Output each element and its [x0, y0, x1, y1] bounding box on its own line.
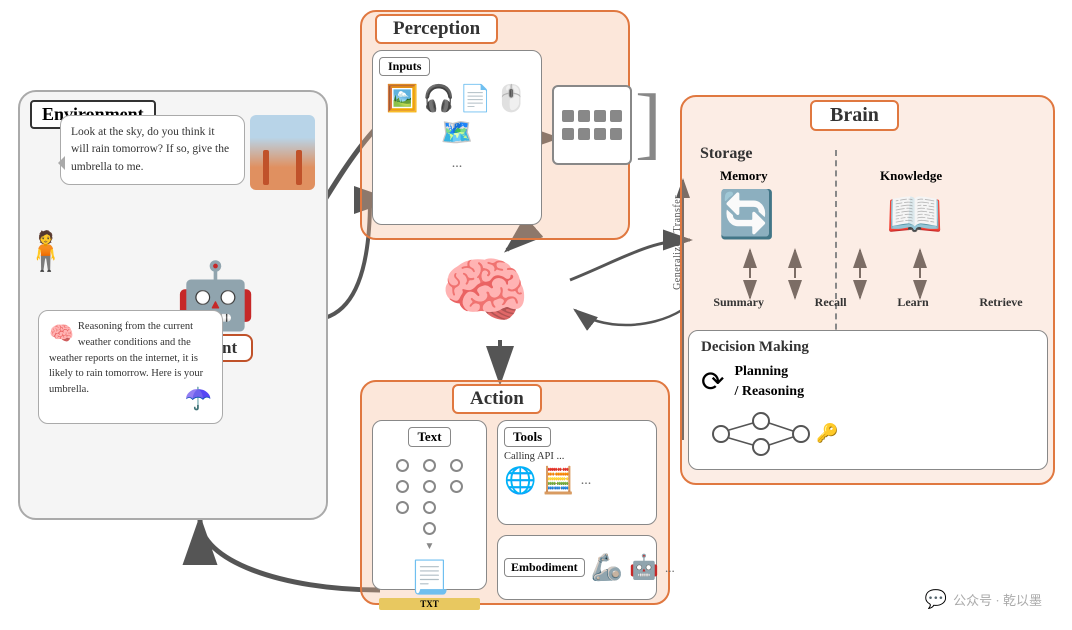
memory-icon: 🔄: [718, 188, 775, 242]
watermark: 💬 公众号 · 乾以墨: [925, 589, 1042, 610]
generalize-label: Generalize / Transfer: [672, 195, 683, 290]
robot-bot-icon: 🤖: [629, 553, 659, 582]
doc-icon: 📄: [459, 84, 491, 114]
inputs-dots: ...: [379, 156, 535, 172]
perception-label: Perception: [375, 14, 498, 44]
tools-action-box: Tools Calling API ... 🌐 🧮 ...: [497, 420, 657, 525]
person-icon: 🧍: [22, 230, 69, 274]
inputs-box: Inputs 🖼️ 🎧 📄 🖱️ 🗺️ ...: [372, 50, 542, 225]
embodiment-box: Embodiment 🦾 🤖 ...: [497, 535, 657, 600]
brain-center-icon: 🧠: [440, 248, 530, 333]
map-icon: 🗺️: [441, 118, 473, 148]
knowledge-label: Knowledge: [880, 168, 942, 184]
book-icon: 📖: [886, 188, 943, 242]
tools-label: Tools: [504, 427, 551, 447]
wechat-icon: 💬: [925, 589, 947, 610]
retrieve-label: Retrieve: [979, 295, 1022, 310]
inputs-icons: 🖼️ 🎧 📄 🖱️ 🗺️: [379, 80, 535, 152]
embodiment-dots: ...: [665, 560, 675, 576]
neural-net: [379, 459, 480, 535]
inputs-label: Inputs: [379, 57, 430, 76]
tools-dots: ...: [581, 473, 592, 489]
action-label: Action: [452, 384, 542, 414]
memory-label: Memory: [720, 168, 768, 184]
image-icon: 🖼️: [386, 84, 418, 114]
svg-text:🔑: 🔑: [816, 422, 838, 444]
planning-icons: 🔑: [701, 409, 1035, 462]
cursor-icon: 🖱️: [495, 84, 527, 114]
brain-labels-row: Summary Recall Learn Retrieve: [688, 295, 1048, 310]
bridge-image: [250, 115, 315, 190]
dashed-divider: [835, 150, 837, 350]
embodiment-label: Embodiment: [504, 558, 585, 577]
flow-diagram-icon: ⟳: [701, 365, 724, 399]
globe-icon: 🌐: [504, 466, 536, 496]
brain-box-label: Brain: [810, 100, 899, 131]
recall-label: Recall: [815, 295, 847, 310]
robot-arm-icon: 🦾: [591, 553, 623, 583]
summary-label: Summary: [713, 295, 764, 310]
storage-label: Storage: [700, 145, 752, 163]
txt-doc-icon: 📃: [379, 558, 480, 596]
tools-calling: Calling API ...: [504, 451, 650, 462]
planning-label: Planning/ Reasoning: [734, 362, 804, 401]
decision-title: Decision Making: [701, 339, 1035, 356]
watermark-text: 公众号 · 乾以墨: [953, 590, 1042, 609]
bracket-right: ]: [635, 78, 662, 169]
text-action-box: Text ▼ 📃 TXT: [372, 420, 487, 590]
text-action-label: Text: [408, 427, 450, 447]
chat-bubble-top: Look at the sky, do you think it will ra…: [60, 115, 245, 185]
audio-icon: 🎧: [423, 84, 455, 114]
brain-small-icon: 🧠: [49, 319, 74, 349]
calculator-icon: 🧮: [542, 466, 574, 496]
umbrella-icon: ☂️: [185, 382, 212, 415]
learn-label: Learn: [897, 295, 928, 310]
encoder-box: [552, 85, 632, 165]
decision-box: Decision Making ⟳ Planning/ Reasoning 🔑: [688, 330, 1048, 470]
chat-bubble-bottom: 🧠 Reasoning from the current weather con…: [38, 310, 223, 424]
